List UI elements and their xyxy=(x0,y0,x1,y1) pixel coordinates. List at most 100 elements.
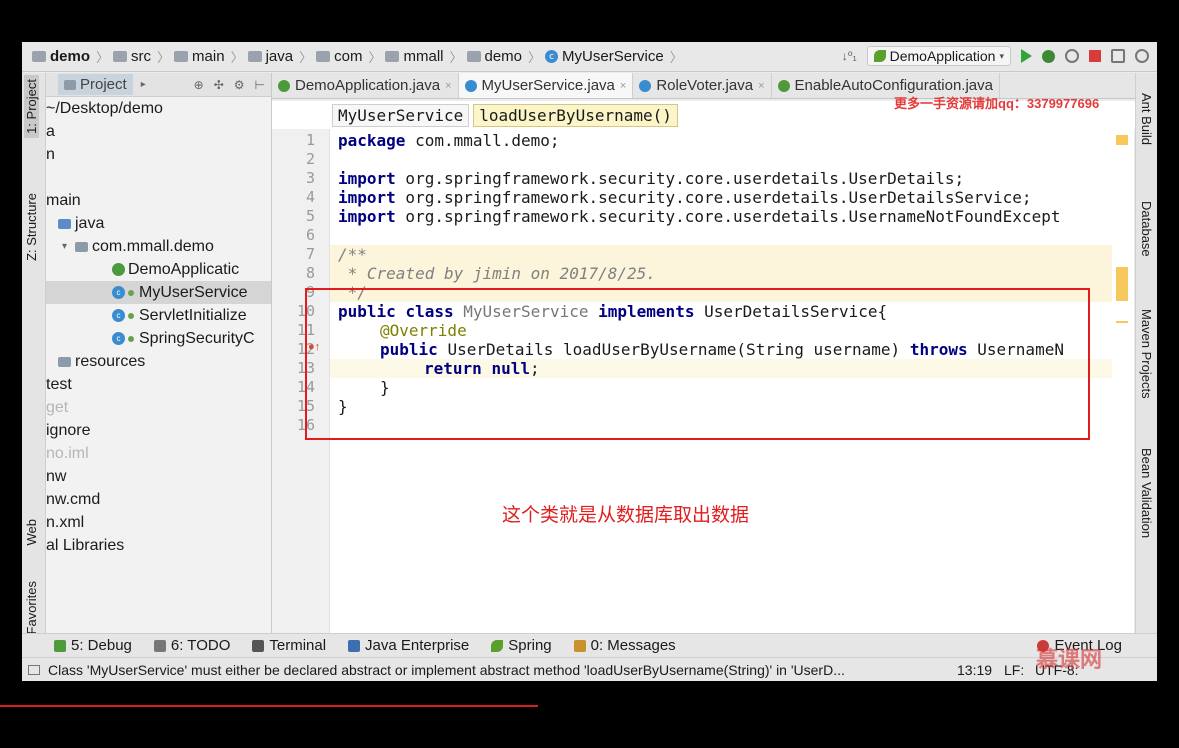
tree-item-root[interactable]: ~/Desktop/demo xyxy=(46,97,271,120)
crumb-src[interactable]: src 〉 xyxy=(113,47,170,66)
terminal-icon xyxy=(252,639,265,652)
class-icon: c xyxy=(112,332,125,345)
tab-label: DemoApplication.java xyxy=(295,77,441,94)
video-logo-watermark: 慕课网 xyxy=(1036,647,1103,672)
search-everywhere-icon[interactable] xyxy=(1135,49,1149,63)
doc-comment-line: /** xyxy=(330,245,1112,264)
tab-demoapplication[interactable]: DemoApplication.java × xyxy=(272,73,459,98)
run-config-selector[interactable]: DemoApplication ▾ xyxy=(866,46,1011,66)
crumb-demo[interactable]: demo 〉 xyxy=(32,47,109,66)
class-icon xyxy=(639,79,652,92)
tree-item-file[interactable]: DemoApplicatic xyxy=(46,258,271,281)
debug-icon[interactable] xyxy=(1042,49,1055,63)
chevron-right-icon[interactable]: ▸ xyxy=(141,79,146,90)
tree-item-excluded[interactable]: no.iml xyxy=(46,442,271,465)
project-view-selector[interactable]: Project xyxy=(58,74,133,95)
tree-item[interactable]: nw.cmd xyxy=(46,488,271,511)
code-line: import org.springframework.security.core… xyxy=(338,169,965,188)
collapse-all-icon[interactable]: ✣ xyxy=(214,78,224,92)
crumb-com[interactable]: com 〉 xyxy=(316,47,381,66)
breadcrumb-method[interactable]: loadUserByUsername() xyxy=(473,103,678,127)
spring-boot-class-icon xyxy=(278,79,290,92)
tree-item-main[interactable]: main xyxy=(46,189,271,212)
crumb-main[interactable]: main 〉 xyxy=(174,47,244,66)
caret-position[interactable]: 13:19 xyxy=(957,662,992,678)
spring-leaf-icon xyxy=(491,639,504,652)
tool-label: Java Enterprise xyxy=(365,637,470,654)
tab-maven-projects[interactable]: Maven Projects xyxy=(1139,309,1154,399)
line-number: 8 xyxy=(305,264,315,282)
code-line: package com.mmall.demo; xyxy=(338,131,560,150)
watermark-text: 更多一手资源请加qq：3379977696 xyxy=(894,96,1100,111)
project-structure-icon[interactable] xyxy=(1111,49,1125,63)
gear-icon[interactable]: ⚙ xyxy=(234,78,245,92)
tree-item[interactable]: nw xyxy=(46,465,271,488)
chevron-down-icon[interactable]: ▾ xyxy=(62,241,67,252)
line-number: 7 xyxy=(305,245,315,263)
todo-tool-button[interactable]: 6: TODO xyxy=(153,637,231,654)
tab-database[interactable]: Database xyxy=(1139,201,1154,257)
tree-item[interactable]: a xyxy=(46,120,271,143)
tab-web[interactable]: Web xyxy=(24,519,39,546)
terminal-tool-button[interactable]: Terminal xyxy=(252,637,326,654)
tree-item-excluded[interactable]: get xyxy=(46,396,271,419)
tab-project[interactable]: 1: Project xyxy=(24,75,39,138)
tool-label: 6: TODO xyxy=(170,637,231,654)
coverage-icon[interactable] xyxy=(1065,49,1079,63)
tree-item[interactable]: n xyxy=(46,143,271,166)
warning-marker[interactable] xyxy=(1116,321,1128,323)
close-icon[interactable]: × xyxy=(445,80,451,92)
tree-item[interactable]: n.xml xyxy=(46,511,271,534)
tree-item-file[interactable]: c SpringSecurityC xyxy=(46,327,271,350)
crumb-myuserservice[interactable]: c MyUserService 〉 xyxy=(545,47,683,66)
crumb-java[interactable]: java 〉 xyxy=(247,47,312,66)
tab-bean-validation[interactable]: Bean Validation xyxy=(1139,448,1154,538)
breadcrumb-class[interactable]: MyUserService xyxy=(332,103,470,127)
line-number: 2 xyxy=(305,150,315,168)
spring-tool-button[interactable]: Spring xyxy=(491,637,552,654)
tree-item-package[interactable]: ▾ com.mmall.demo xyxy=(46,235,271,258)
messages-tool-button[interactable]: 0: Messages xyxy=(573,637,676,654)
line-number: 1 xyxy=(305,131,315,149)
warning-marker[interactable] xyxy=(1116,135,1128,145)
toggle-tool-windows-icon[interactable] xyxy=(28,664,40,675)
run-icon[interactable] xyxy=(1021,49,1032,63)
tree-item[interactable]: test xyxy=(46,373,271,396)
highlight-box xyxy=(305,288,1090,440)
code-line: import org.springframework.security.core… xyxy=(338,188,1032,207)
debug-tool-button[interactable]: 5: Debug xyxy=(54,637,132,654)
video-progress-bar[interactable] xyxy=(0,705,538,707)
tree-item-libraries[interactable]: al Libraries xyxy=(46,534,271,557)
crumb-label: main xyxy=(192,48,225,65)
tab-ant-build[interactable]: Ant Build xyxy=(1139,93,1154,145)
tree-label: nw.cmd xyxy=(46,490,101,508)
crumb-demo-package[interactable]: demo 〉 xyxy=(466,47,541,66)
tree-item-file-selected[interactable]: c MyUserService xyxy=(46,281,271,304)
java-enterprise-icon xyxy=(348,639,361,652)
sort-icon[interactable]: ↓⁰₁ xyxy=(842,49,857,63)
tab-label: EnableAutoConfiguration.java xyxy=(794,77,993,94)
line-number: 6 xyxy=(305,226,315,244)
tree-item-java[interactable]: java xyxy=(46,212,271,235)
hide-icon[interactable]: ⊢ xyxy=(255,78,265,92)
tab-rolevoter[interactable]: RoleVoter.java × xyxy=(633,73,772,98)
java-enterprise-tool-button[interactable]: Java Enterprise xyxy=(348,637,469,654)
close-icon[interactable]: × xyxy=(620,80,626,92)
error-stripe[interactable] xyxy=(1112,129,1134,633)
tree-item[interactable]: ignore xyxy=(46,419,271,442)
stop-icon[interactable] xyxy=(1089,50,1101,62)
tree-item-resources[interactable]: resources xyxy=(46,350,271,373)
tab-structure[interactable]: Z: Structure xyxy=(24,193,39,261)
close-icon[interactable]: × xyxy=(758,80,764,92)
crumb-mmall[interactable]: mmall 〉 xyxy=(385,47,463,66)
line-separator[interactable]: LF: xyxy=(1004,662,1024,678)
tree-label: ~/Desktop/demo xyxy=(46,99,163,117)
tree-item-file[interactable]: c ServletInitialize xyxy=(46,304,271,327)
tab-myuserservice[interactable]: MyUserService.java × xyxy=(458,73,634,98)
tool-label: 0: Messages xyxy=(590,637,676,654)
spring-bean-icon xyxy=(128,289,134,296)
tree-label: n xyxy=(46,145,55,163)
scroll-from-source-icon[interactable]: ⊕ xyxy=(194,78,204,92)
warning-marker[interactable] xyxy=(1116,267,1128,301)
tree-label: a xyxy=(46,122,55,140)
